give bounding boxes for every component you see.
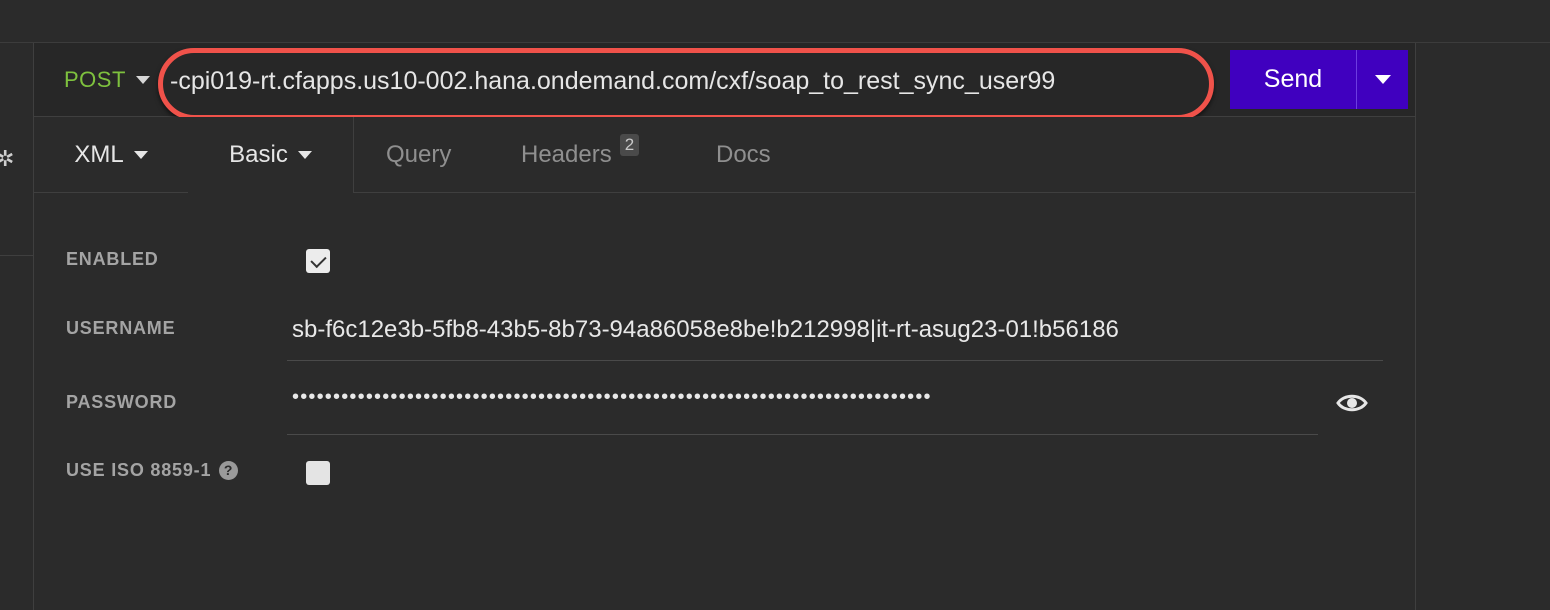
- top-strip: [0, 0, 1550, 43]
- tab-basic-label: Basic: [229, 141, 288, 168]
- basic-auth-panel: ENABLED USERNAME sb-f6c12e3b-5fb8-43b5-8…: [34, 193, 1415, 610]
- tab-docs[interactable]: Docs: [716, 117, 771, 192]
- chevron-down-icon: [133, 150, 148, 159]
- tab-query-label: Query: [386, 140, 452, 168]
- chevron-down-icon: [1374, 75, 1391, 84]
- password-underline: [287, 434, 1318, 435]
- username-underline: [287, 360, 1383, 361]
- tab-xml-label: XML: [74, 140, 124, 168]
- cog-icon[interactable]: ✲: [0, 146, 14, 172]
- help-icon[interactable]: ?: [219, 460, 239, 480]
- tab-query[interactable]: Query: [386, 117, 451, 192]
- username-label: USERNAME: [66, 318, 176, 338]
- method-label: POST: [64, 67, 126, 92]
- password-label: PASSWORD: [66, 392, 178, 412]
- iso-checkbox[interactable]: [306, 461, 330, 485]
- enabled-label: ENABLED: [66, 249, 159, 269]
- headers-count-badge: 2: [619, 133, 640, 156]
- url-bar: POST -cpi019-rt.cfapps.us10-002.hana.ond…: [34, 43, 1415, 120]
- chevron-down-icon: [135, 76, 150, 84]
- tab-basic[interactable]: Basic: [188, 117, 354, 193]
- check-icon: [309, 251, 327, 268]
- tab-xml[interactable]: XML: [34, 117, 189, 192]
- right-pane: [1415, 43, 1550, 610]
- send-options-button[interactable]: [1356, 50, 1408, 109]
- left-pane: ✲: [0, 43, 34, 610]
- request-tabs: XML Basic Query Headers 2 Docs: [34, 117, 1415, 193]
- enabled-checkbox[interactable]: [306, 249, 330, 273]
- username-input[interactable]: sb-f6c12e3b-5fb8-43b5-8b73-94a86058e8be!…: [292, 316, 1119, 344]
- divider: [0, 255, 33, 256]
- url-input[interactable]: -cpi019-rt.cfapps.us10-002.hana.ondemand…: [170, 67, 1055, 96]
- chevron-down-icon: [297, 151, 312, 159]
- iso-label: USE ISO 8859-1: [66, 460, 212, 480]
- tab-headers[interactable]: Headers 2: [521, 117, 640, 192]
- eye-icon[interactable]: [1336, 392, 1368, 414]
- tab-docs-label: Docs: [716, 140, 771, 168]
- iso-label-row: USE ISO 8859-1 ?: [66, 460, 239, 481]
- tab-headers-label: Headers: [521, 140, 612, 168]
- method-select[interactable]: POST: [64, 67, 150, 93]
- password-input[interactable]: ••••••••••••••••••••••••••••••••••••••••…: [292, 386, 932, 409]
- send-button[interactable]: Send: [1230, 50, 1356, 109]
